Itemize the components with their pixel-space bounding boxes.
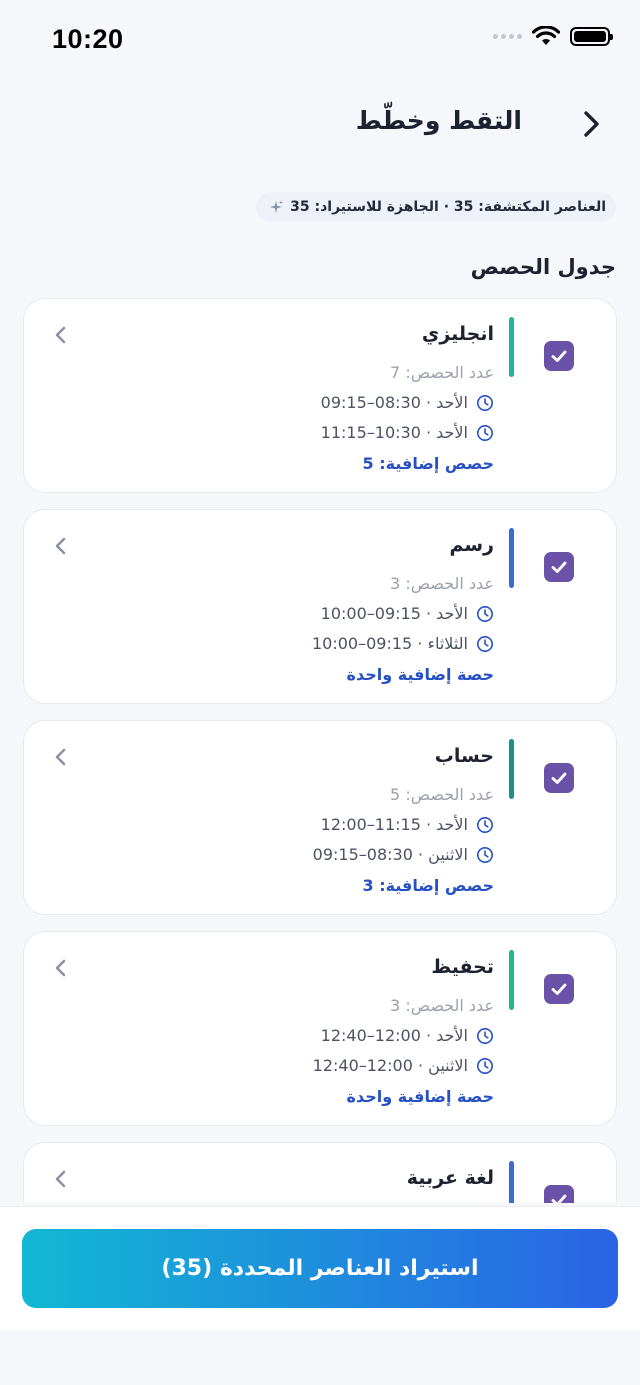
- clock-icon: [477, 816, 493, 833]
- battery-icon: [570, 26, 613, 46]
- clock-icon: [477, 605, 493, 622]
- section-title: جدول الحصص: [470, 255, 616, 279]
- wifi-icon: [532, 26, 560, 45]
- subject-card[interactable]: حساب عدد الحصص: 5 الأحد · 11:15–12:00 ال…: [23, 720, 617, 915]
- time-slot-text: الاثنين · 12:00–12:40: [312, 1056, 468, 1075]
- sparkle-icon: [270, 200, 284, 213]
- stats-badge: العناصر المكتشفة: 35 · الجاهزة للاستيراد…: [256, 192, 616, 222]
- session-count: عدد الحصص: 3: [390, 574, 494, 593]
- extra-sessions-link[interactable]: حصص إضافية: 5: [363, 454, 494, 473]
- session-count: عدد الحصص: 5: [390, 785, 494, 804]
- subject-checkbox[interactable]: [544, 1185, 574, 1203]
- status-bar: 10:20: [0, 0, 640, 80]
- time-slot: الأحد · 08:30–09:15: [321, 393, 494, 412]
- extra-sessions-link[interactable]: حصص إضافية: 3: [363, 876, 494, 895]
- subject-color-bar: [509, 317, 514, 377]
- time-slot: الأحد · 11:15–12:00: [321, 815, 494, 834]
- chevron-left-icon[interactable]: [50, 1167, 70, 1191]
- session-count: عدد الحصص: 3: [390, 996, 494, 1015]
- clock-icon: [477, 1057, 493, 1074]
- checkmark-icon: [551, 1194, 567, 1203]
- clock-icon: [477, 846, 493, 863]
- subject-checkbox[interactable]: [544, 341, 574, 371]
- extra-sessions-link[interactable]: حصة إضافية واحدة: [347, 665, 494, 684]
- time-slot: الأحد · 12:00–12:40: [321, 1026, 494, 1045]
- chevron-left-icon[interactable]: [50, 745, 70, 769]
- subject-title: رسم: [449, 534, 494, 556]
- subject-color-bar: [509, 528, 514, 588]
- chevron-left-icon[interactable]: [50, 323, 70, 347]
- checkmark-icon: [551, 772, 567, 784]
- subject-checkbox[interactable]: [544, 763, 574, 793]
- stats-text: العناصر المكتشفة: 35 · الجاهزة للاستيراد…: [290, 199, 606, 215]
- checkmark-icon: [551, 983, 567, 995]
- bottom-bar: استيراد العناصر المحددة (35): [0, 1206, 640, 1330]
- import-selected-button[interactable]: استيراد العناصر المحددة (35): [22, 1229, 618, 1308]
- time-slot-text: الأحد · 11:15–12:00: [320, 815, 468, 834]
- time-slot: الاثنين · 12:00–12:40: [313, 1056, 494, 1075]
- clock-icon: [477, 635, 493, 652]
- status-time: 10:20: [52, 24, 124, 54]
- subject-card[interactable]: لغة عربية: [23, 1142, 617, 1203]
- subject-card[interactable]: تحفيظ عدد الحصص: 3 الأحد · 12:00–12:40 ا…: [23, 931, 617, 1126]
- subject-color-bar: [509, 739, 514, 799]
- signal-icon: [493, 33, 522, 39]
- clock-icon: [477, 424, 493, 441]
- subject-title: لغة عربية: [406, 1167, 494, 1189]
- chevron-left-icon[interactable]: [50, 956, 70, 980]
- time-slot: الأحد · 10:30–11:15: [321, 423, 494, 442]
- subject-checkbox[interactable]: [544, 552, 574, 582]
- extra-sessions-link[interactable]: حصة إضافية واحدة: [347, 1087, 494, 1106]
- subject-color-bar: [509, 950, 514, 1010]
- chevron-left-icon[interactable]: [50, 534, 70, 558]
- time-slot-text: الأحد · 08:30–09:15: [320, 393, 468, 412]
- subject-title: تحفيظ: [431, 956, 494, 978]
- time-slot: الاثنين · 08:30–09:15: [313, 845, 494, 864]
- time-slot-text: الاثنين · 08:30–09:15: [312, 845, 468, 864]
- back-button[interactable]: [570, 104, 610, 144]
- time-slot: الثلاثاء · 09:15–10:00: [312, 634, 494, 653]
- time-slot-text: الثلاثاء · 09:15–10:00: [311, 634, 468, 653]
- chevron-right-icon: [584, 111, 599, 137]
- clock-icon: [477, 394, 493, 411]
- time-slot: الأحد · 09:15–10:00: [321, 604, 494, 623]
- session-count: عدد الحصص: 7: [390, 363, 494, 382]
- header: التقط وخطّط: [0, 100, 640, 150]
- subject-list: انجليزي عدد الحصص: 7 الأحد · 08:30–09:15…: [23, 298, 617, 1203]
- subject-checkbox[interactable]: [544, 974, 574, 1004]
- subject-title: حساب: [434, 745, 494, 767]
- time-slot-text: الأحد · 10:30–11:15: [320, 423, 468, 442]
- checkmark-icon: [551, 561, 567, 573]
- subject-card[interactable]: رسم عدد الحصص: 3 الأحد · 09:15–10:00 الث…: [23, 509, 617, 704]
- checkmark-icon: [551, 350, 567, 362]
- subject-color-bar: [509, 1161, 514, 1203]
- subject-card[interactable]: انجليزي عدد الحصص: 7 الأحد · 08:30–09:15…: [23, 298, 617, 493]
- clock-icon: [477, 1027, 493, 1044]
- status-icons: [493, 26, 613, 46]
- time-slot-text: الأحد · 12:00–12:40: [320, 1026, 468, 1045]
- subject-title: انجليزي: [421, 323, 494, 345]
- page-title: التقط وخطّط: [355, 106, 522, 135]
- time-slot-text: الأحد · 09:15–10:00: [320, 604, 468, 623]
